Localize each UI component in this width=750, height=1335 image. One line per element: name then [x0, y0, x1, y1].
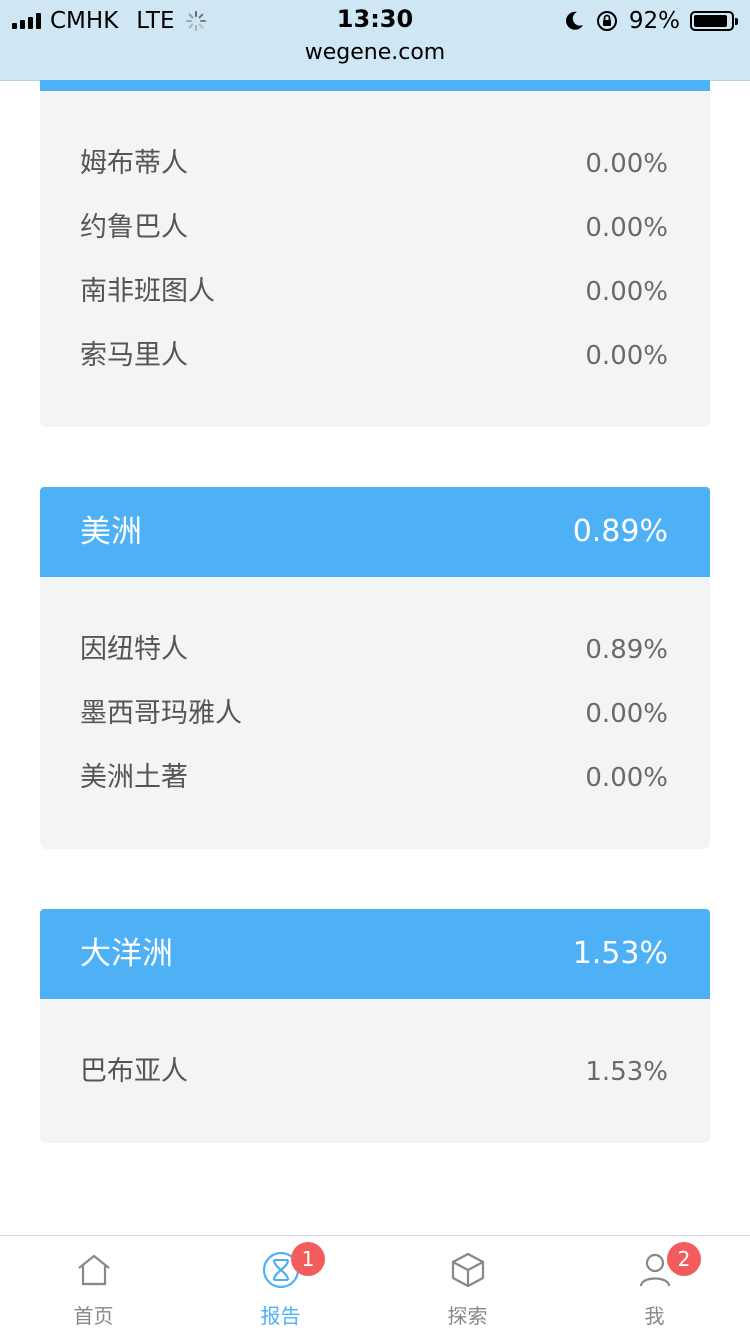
tab-label: 报告: [260, 1304, 301, 1328]
tab-report[interactable]: 1 报告: [187, 1236, 374, 1335]
tab-me[interactable]: 2 我: [561, 1236, 748, 1335]
population-percent: 0.00%: [585, 341, 668, 371]
tab-home[interactable]: 首页: [0, 1236, 187, 1335]
tab-label: 探索: [447, 1304, 488, 1328]
notification-badge: 2: [667, 1242, 701, 1276]
population-percent: 0.89%: [585, 635, 668, 665]
region-name: 美洲: [80, 514, 142, 550]
battery-percent: 92%: [628, 8, 680, 34]
region-name: 大洋洲: [80, 936, 173, 972]
battery-icon: [690, 11, 738, 31]
population-name: 美洲土著: [80, 762, 188, 793]
region-percent: 1.53%: [572, 936, 668, 971]
list-item[interactable]: 美洲土著 0.00%: [40, 746, 710, 810]
status-bar: CMHK LTE 13:30 wegene.com 92%: [0, 0, 750, 81]
tab-label: 我: [644, 1304, 665, 1328]
population-name: 巴布亚人: [80, 1056, 188, 1087]
population-percent: 1.53%: [585, 1057, 668, 1087]
url-label[interactable]: wegene.com: [0, 40, 750, 65]
population-percent: 0.00%: [585, 277, 668, 307]
region-percent: 0.89%: [572, 514, 668, 549]
prev-region-header-edge: [40, 80, 710, 91]
status-right: 92%: [563, 6, 738, 36]
population-name: 南非班图人: [80, 276, 215, 307]
population-name: 姆布蒂人: [80, 148, 188, 179]
population-percent: 0.00%: [585, 149, 668, 179]
list-item[interactable]: 约鲁巴人 0.00%: [40, 196, 710, 260]
population-percent: 0.00%: [585, 213, 668, 243]
population-percent: 0.00%: [585, 699, 668, 729]
list-item[interactable]: 巴布亚人 1.53%: [40, 1040, 710, 1104]
moon-icon: [565, 11, 583, 30]
tab-label: 首页: [73, 1304, 114, 1328]
tab-explore[interactable]: 探索: [374, 1236, 561, 1335]
notification-badge: 1: [291, 1242, 325, 1276]
region-card-body: 巴布亚人 1.53%: [40, 999, 710, 1143]
population-name: 因纽特人: [80, 634, 188, 665]
population-name: 索马里人: [80, 340, 188, 371]
population-name: 墨西哥玛雅人: [80, 698, 242, 729]
region-card-body: 因纽特人 0.89% 墨西哥玛雅人 0.00% 美洲土著 0.00%: [40, 577, 710, 849]
bottom-tab-bar: 首页 1 报告 探索 2 我: [0, 1235, 750, 1335]
rotation-lock-icon: [596, 11, 617, 31]
list-item[interactable]: 墨西哥玛雅人 0.00%: [40, 682, 710, 746]
population-percent: 0.00%: [585, 763, 668, 793]
list-item[interactable]: 因纽特人 0.89%: [40, 618, 710, 682]
region-header-oceania[interactable]: 大洋洲 1.53%: [40, 909, 710, 999]
home-icon: [77, 1254, 110, 1286]
list-item[interactable]: 南非班图人 0.00%: [40, 260, 710, 324]
region-card-body: 姆布蒂人 0.00% 约鲁巴人 0.00% 南非班图人 0.00% 索马里人 0…: [40, 91, 710, 427]
region-header-america[interactable]: 美洲 0.89%: [40, 487, 710, 577]
cube-icon: [451, 1252, 484, 1288]
list-item[interactable]: 索马里人 0.00%: [40, 324, 710, 388]
list-item[interactable]: 姆布蒂人 0.00%: [40, 132, 710, 196]
population-name: 约鲁巴人: [80, 212, 188, 243]
